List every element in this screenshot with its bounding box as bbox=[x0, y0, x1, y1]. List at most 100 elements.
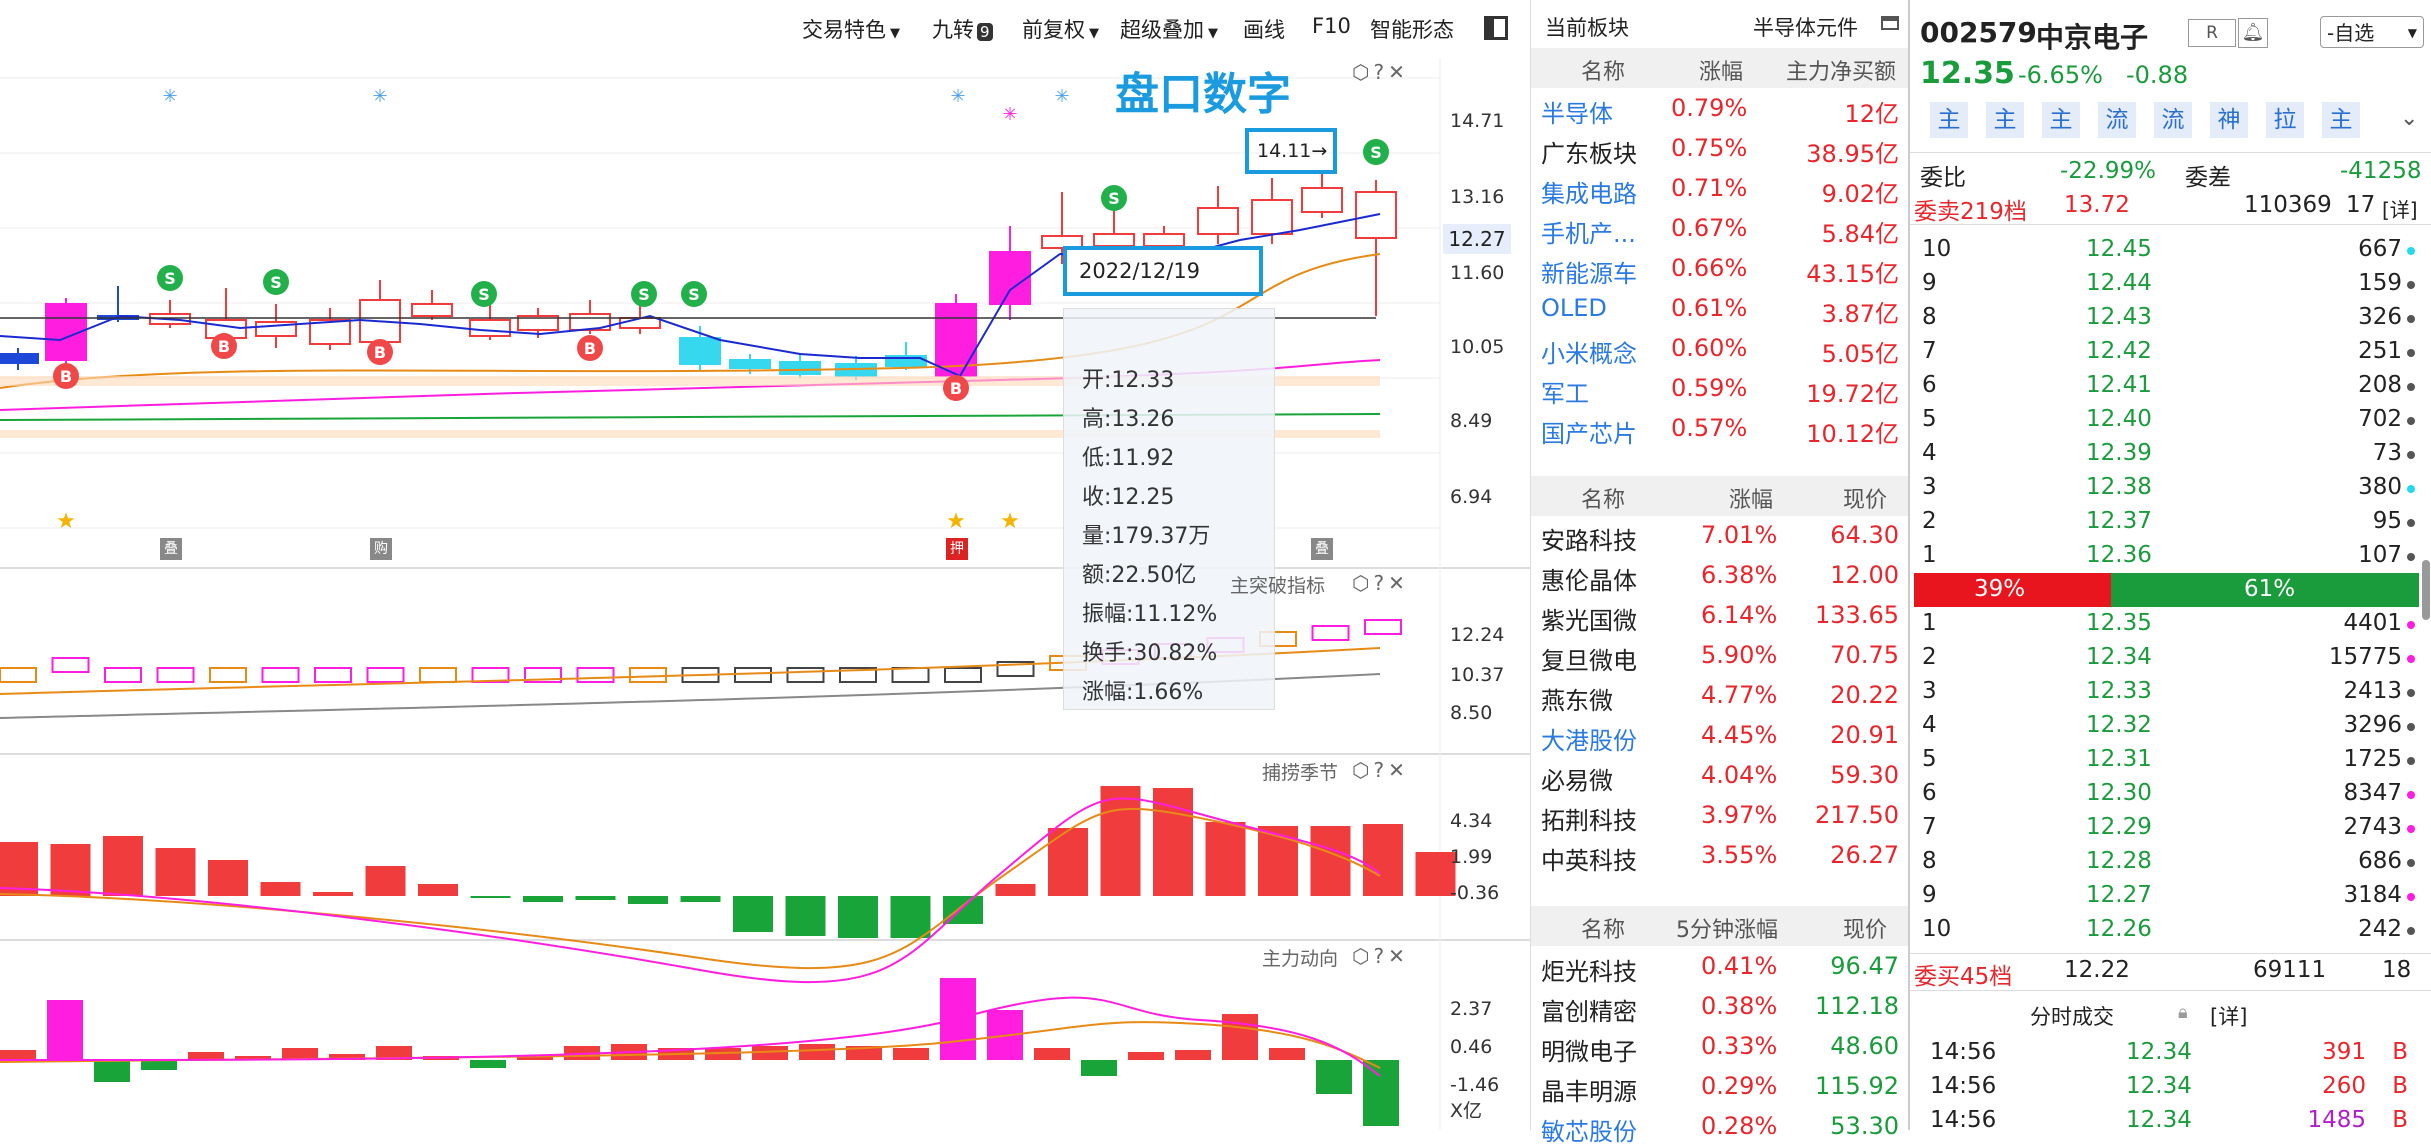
panel3-controls[interactable]: ⬡?✕ bbox=[1352, 758, 1409, 782]
level-dot bbox=[2407, 315, 2415, 323]
stock-row[interactable]: 中英科技 3.55% 26.27 bbox=[1531, 837, 1909, 877]
flow-button[interactable]: 主 bbox=[2322, 102, 2360, 138]
stock-row[interactable]: 大港股份 4.45% 20.91 bbox=[1531, 717, 1909, 757]
flow-button[interactable]: 主 bbox=[1930, 102, 1968, 138]
panel4-controls[interactable]: ⬡?✕ bbox=[1352, 944, 1409, 968]
order-level-row[interactable]: 8 12.28 686 bbox=[1910, 845, 2420, 879]
sector-row[interactable]: 军工 0.59% 19.72亿 bbox=[1531, 370, 1909, 410]
scrollbar-thumb[interactable] bbox=[2422, 560, 2430, 620]
sell-detail-link[interactable]: [详] bbox=[2382, 194, 2418, 223]
order-level-row[interactable]: 6 12.41 208 bbox=[1910, 369, 2420, 403]
overlay-menu[interactable]: 超级叠加 ▼ bbox=[1120, 14, 1218, 44]
settings-icon[interactable]: ⬡ bbox=[1352, 60, 1373, 84]
col-header[interactable]: 名称 bbox=[1581, 54, 1625, 86]
jiuzhuan-menu[interactable]: 九转 9 bbox=[932, 14, 993, 44]
window-icon[interactable] bbox=[1881, 16, 1899, 30]
col-header[interactable]: 现价 bbox=[1843, 912, 1887, 944]
stock-row[interactable]: 富创精密 0.38% 112.18 bbox=[1531, 988, 1909, 1028]
sector-row[interactable]: 手机产... 0.67% 5.84亿 bbox=[1531, 210, 1909, 250]
main-panel-controls[interactable]: ⬡?✕ bbox=[1352, 60, 1409, 84]
sector-row[interactable]: 广东板块 0.75% 38.95亿 bbox=[1531, 130, 1909, 170]
order-level-row[interactable]: 6 12.30 8347 bbox=[1910, 777, 2420, 811]
col-header[interactable]: 涨幅 bbox=[1729, 482, 1773, 514]
r-badge[interactable]: R bbox=[2188, 19, 2236, 47]
sector-row[interactable]: 新能源车 0.66% 43.15亿 bbox=[1531, 250, 1909, 290]
order-level-row[interactable]: 3 12.38 380 bbox=[1910, 471, 2420, 505]
adjust-menu[interactable]: 前复权 ▼ bbox=[1022, 14, 1099, 44]
col-header[interactable]: 5分钟涨幅 bbox=[1676, 912, 1778, 944]
order-level-row[interactable]: 7 12.42 251 bbox=[1910, 335, 2420, 369]
flow-button[interactable]: 拉 bbox=[2266, 102, 2304, 138]
level-volume: 2743 bbox=[2343, 814, 2402, 840]
col-header[interactable]: 名称 bbox=[1581, 912, 1625, 944]
order-level-row[interactable]: 2 12.34 15775 bbox=[1910, 641, 2420, 675]
order-level-row[interactable]: 5 12.31 1725 bbox=[1910, 743, 2420, 777]
flow-button[interactable]: 主 bbox=[2042, 102, 2080, 138]
tag-label: 押 bbox=[946, 538, 968, 560]
close-icon[interactable]: ✕ bbox=[1388, 571, 1409, 595]
help-icon[interactable]: ? bbox=[1373, 944, 1388, 968]
stock-row[interactable]: 炬光科技 0.41% 96.47 bbox=[1531, 948, 1909, 988]
order-level-row[interactable]: 9 12.27 3184 bbox=[1910, 879, 2420, 913]
sector-row[interactable]: 小米概念 0.60% 5.05亿 bbox=[1531, 330, 1909, 370]
col-header[interactable]: 涨幅 bbox=[1699, 54, 1743, 86]
stock-name: 中京电子 bbox=[2036, 21, 2149, 54]
stock-row[interactable]: 燕东微 4.77% 20.22 bbox=[1531, 677, 1909, 717]
stock-row[interactable]: 明微电子 0.33% 48.60 bbox=[1531, 1028, 1909, 1068]
stock-row[interactable]: 紫光国微 6.14% 133.65 bbox=[1531, 597, 1909, 637]
panel2-controls[interactable]: ⬡?✕ bbox=[1352, 571, 1409, 595]
order-level-row[interactable]: 3 12.33 2413 bbox=[1910, 675, 2420, 709]
layout-toggle-icon[interactable] bbox=[1484, 16, 1508, 40]
col-header[interactable]: 名称 bbox=[1581, 482, 1625, 514]
sector-row[interactable]: 半导体 0.79% 12亿 bbox=[1531, 90, 1909, 130]
level-dot bbox=[2407, 383, 2415, 391]
col-header[interactable]: 主力净买额 bbox=[1786, 54, 1896, 86]
stock-row[interactable]: 复旦微电 5.90% 70.75 bbox=[1531, 637, 1909, 677]
order-level-row[interactable]: 9 12.44 159 bbox=[1910, 267, 2420, 301]
order-level-row[interactable]: 1 12.36 107 bbox=[1910, 539, 2420, 573]
col-header[interactable]: 现价 bbox=[1843, 482, 1887, 514]
settings-icon[interactable]: ⬡ bbox=[1352, 758, 1373, 782]
flow-button[interactable]: 流 bbox=[2098, 102, 2136, 138]
close-icon[interactable]: ✕ bbox=[1388, 944, 1409, 968]
kline-chart-area[interactable]: ✳ ✳ ✳ ✳ ✳ S S S S S S S B B B B B ★ ★ ★ 盘口数字 ⬡?✕ 14.71 13.1… bbox=[0, 58, 1530, 1130]
stock-row[interactable]: 晶丰明源 0.29% 115.92 bbox=[1531, 1068, 1909, 1108]
sector-row[interactable]: OLED 0.61% 3.87亿 bbox=[1531, 290, 1909, 330]
lock-icon[interactable]: 🔒︎ bbox=[2178, 1002, 2188, 1023]
help-icon[interactable]: ? bbox=[1373, 758, 1388, 782]
f10-button[interactable]: F10 bbox=[1312, 14, 1351, 38]
flow-button[interactable]: 主 bbox=[1986, 102, 2024, 138]
settings-icon[interactable]: ⬡ bbox=[1352, 571, 1373, 595]
order-level-row[interactable]: 7 12.29 2743 bbox=[1910, 811, 2420, 845]
sector-name[interactable]: 半导体元件 bbox=[1753, 12, 1858, 42]
close-icon[interactable]: ✕ bbox=[1388, 60, 1409, 84]
settings-icon[interactable]: ⬡ bbox=[1352, 944, 1373, 968]
order-level-row[interactable]: 1 12.35 4401 bbox=[1910, 607, 2420, 641]
stock-row[interactable]: 拓荆科技 3.97% 217.50 bbox=[1531, 797, 1909, 837]
flow-button[interactable]: 神 bbox=[2210, 102, 2248, 138]
trade-feature-menu[interactable]: 交易特色 ▼ bbox=[802, 14, 900, 44]
sector-row[interactable]: 集成电路 0.71% 9.02亿 bbox=[1531, 170, 1909, 210]
help-icon[interactable]: ? bbox=[1373, 60, 1388, 84]
flow-button[interactable]: 流 bbox=[2154, 102, 2192, 138]
order-level-row[interactable]: 10 12.45 667 bbox=[1910, 233, 2420, 267]
watchlist-button[interactable]: -自选 ▼ bbox=[2320, 16, 2424, 48]
order-level-row[interactable]: 4 12.32 3296 bbox=[1910, 709, 2420, 743]
order-level-row[interactable]: 2 12.37 95 bbox=[1910, 505, 2420, 539]
order-level-row[interactable]: 8 12.43 326 bbox=[1910, 301, 2420, 335]
smart-pattern-button[interactable]: 智能形态 bbox=[1370, 14, 1454, 44]
sector-row[interactable]: 国产芯片 0.57% 10.12亿 bbox=[1531, 410, 1909, 450]
close-icon[interactable]: ✕ bbox=[1388, 758, 1409, 782]
ticks-detail-link[interactable]: [详] bbox=[2210, 1001, 2247, 1031]
chevron-down-icon[interactable]: ⌄ bbox=[2400, 106, 2418, 131]
bell-icon[interactable]: 🔔︎ bbox=[2238, 18, 2268, 48]
stock-row[interactable]: 惠伦晶体 6.38% 12.00 bbox=[1531, 557, 1909, 597]
stock-row[interactable]: 必易微 4.04% 59.30 bbox=[1531, 757, 1909, 797]
help-icon[interactable]: ? bbox=[1373, 571, 1388, 595]
stock-row[interactable]: 安路科技 7.01% 64.30 bbox=[1531, 517, 1909, 557]
stock-row[interactable]: 敏芯股份 0.28% 53.30 bbox=[1531, 1108, 1909, 1148]
order-level-row[interactable]: 4 12.39 73 bbox=[1910, 437, 2420, 471]
draw-line-button[interactable]: 画线 bbox=[1243, 14, 1285, 44]
order-level-row[interactable]: 10 12.26 242 bbox=[1910, 913, 2420, 947]
order-level-row[interactable]: 5 12.40 702 bbox=[1910, 403, 2420, 437]
